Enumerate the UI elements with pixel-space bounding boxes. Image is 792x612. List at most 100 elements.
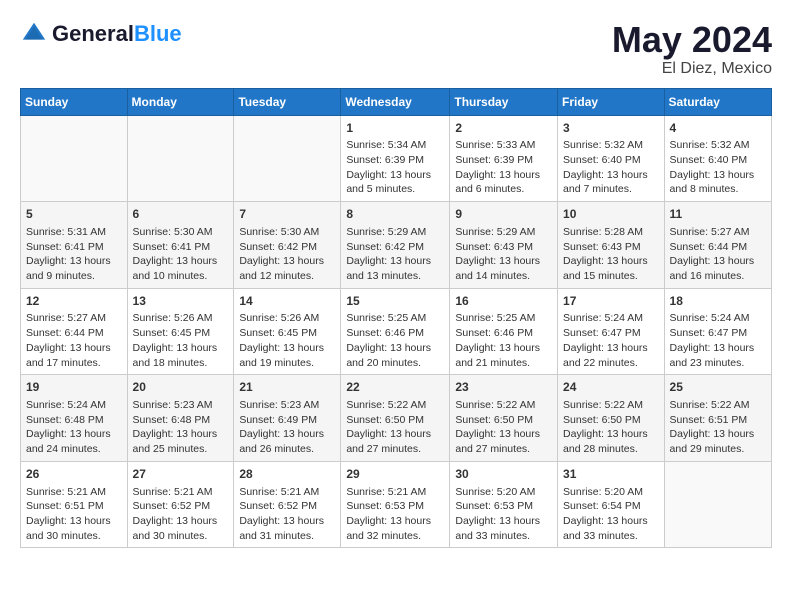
day-content-line: Sunset: 6:52 PM bbox=[133, 500, 211, 512]
day-content-line: and 23 minutes. bbox=[670, 357, 745, 369]
calendar-day-cell: 7Sunrise: 5:30 AMSunset: 6:42 PMDaylight… bbox=[234, 202, 341, 289]
day-content-line: Sunset: 6:53 PM bbox=[455, 500, 533, 512]
day-content-line: Daylight: 13 hours bbox=[670, 255, 755, 267]
calendar-day-cell: 12Sunrise: 5:27 AMSunset: 6:44 PMDayligh… bbox=[21, 288, 128, 375]
day-content-line: Sunrise: 5:32 AM bbox=[563, 139, 643, 151]
day-number: 17 bbox=[563, 293, 659, 310]
day-content-line: and 32 minutes. bbox=[346, 530, 421, 542]
day-number: 6 bbox=[133, 206, 229, 223]
day-number: 25 bbox=[670, 379, 766, 396]
day-content-line: Sunrise: 5:34 AM bbox=[346, 139, 426, 151]
day-content-line: Sunrise: 5:23 AM bbox=[133, 399, 213, 411]
logo-text: GeneralBlue bbox=[52, 22, 182, 46]
calendar-day-cell: 6Sunrise: 5:30 AMSunset: 6:41 PMDaylight… bbox=[127, 202, 234, 289]
day-content-line: Daylight: 13 hours bbox=[563, 169, 648, 181]
day-content-line: and 21 minutes. bbox=[455, 357, 530, 369]
day-content-line: Sunrise: 5:26 AM bbox=[239, 312, 319, 324]
day-content-line: Sunset: 6:46 PM bbox=[455, 327, 533, 339]
calendar-day-cell: 5Sunrise: 5:31 AMSunset: 6:41 PMDaylight… bbox=[21, 202, 128, 289]
day-number: 19 bbox=[26, 379, 122, 396]
day-content-line: Daylight: 13 hours bbox=[346, 255, 431, 267]
day-content-line: Sunset: 6:43 PM bbox=[455, 241, 533, 253]
calendar-week-row: 1Sunrise: 5:34 AMSunset: 6:39 PMDaylight… bbox=[21, 115, 772, 202]
day-content-line: and 22 minutes. bbox=[563, 357, 638, 369]
logo-icon bbox=[20, 20, 48, 48]
calendar-day-cell: 8Sunrise: 5:29 AMSunset: 6:42 PMDaylight… bbox=[341, 202, 450, 289]
day-content-line: Daylight: 13 hours bbox=[346, 342, 431, 354]
day-content-line: and 28 minutes. bbox=[563, 443, 638, 455]
page-header: GeneralBlue May 2024 El Diez, Mexico bbox=[20, 20, 772, 78]
day-content-line: Sunrise: 5:24 AM bbox=[26, 399, 106, 411]
day-content-line: Sunset: 6:50 PM bbox=[346, 414, 424, 426]
day-content-line: Sunset: 6:41 PM bbox=[133, 241, 211, 253]
day-content-line: Sunset: 6:46 PM bbox=[346, 327, 424, 339]
calendar-day-cell: 20Sunrise: 5:23 AMSunset: 6:48 PMDayligh… bbox=[127, 375, 234, 462]
day-content-line: Daylight: 13 hours bbox=[133, 342, 218, 354]
day-content-line: Sunrise: 5:32 AM bbox=[670, 139, 750, 151]
day-content-line: Sunrise: 5:29 AM bbox=[346, 226, 426, 238]
day-content-line: and 20 minutes. bbox=[346, 357, 421, 369]
day-of-week-header: Saturday bbox=[664, 88, 771, 115]
day-number: 3 bbox=[563, 120, 659, 137]
calendar-table: SundayMondayTuesdayWednesdayThursdayFrid… bbox=[20, 88, 772, 549]
day-content-line: Sunset: 6:53 PM bbox=[346, 500, 424, 512]
day-of-week-header: Monday bbox=[127, 88, 234, 115]
day-content-line: Daylight: 13 hours bbox=[239, 428, 324, 440]
day-content-line: Sunset: 6:43 PM bbox=[563, 241, 641, 253]
day-content-line: and 12 minutes. bbox=[239, 270, 314, 282]
day-content-line: Sunset: 6:45 PM bbox=[239, 327, 317, 339]
calendar-day-cell bbox=[664, 461, 771, 548]
day-content-line: Daylight: 13 hours bbox=[239, 255, 324, 267]
day-content-line: and 27 minutes. bbox=[346, 443, 421, 455]
day-content-line: Sunrise: 5:30 AM bbox=[239, 226, 319, 238]
days-of-week-row: SundayMondayTuesdayWednesdayThursdayFrid… bbox=[21, 88, 772, 115]
day-number: 27 bbox=[133, 466, 229, 483]
calendar-subtitle: El Diez, Mexico bbox=[612, 60, 772, 78]
day-content-line: Daylight: 13 hours bbox=[133, 428, 218, 440]
day-content-line: Sunset: 6:52 PM bbox=[239, 500, 317, 512]
day-content-line: Daylight: 13 hours bbox=[563, 515, 648, 527]
day-content-line: and 16 minutes. bbox=[670, 270, 745, 282]
day-of-week-header: Friday bbox=[558, 88, 665, 115]
calendar-day-cell: 3Sunrise: 5:32 AMSunset: 6:40 PMDaylight… bbox=[558, 115, 665, 202]
day-number: 12 bbox=[26, 293, 122, 310]
day-number: 5 bbox=[26, 206, 122, 223]
day-content-line: Sunset: 6:44 PM bbox=[670, 241, 748, 253]
day-content-line: Sunset: 6:42 PM bbox=[346, 241, 424, 253]
day-number: 28 bbox=[239, 466, 335, 483]
calendar-day-cell: 25Sunrise: 5:22 AMSunset: 6:51 PMDayligh… bbox=[664, 375, 771, 462]
calendar-day-cell: 22Sunrise: 5:22 AMSunset: 6:50 PMDayligh… bbox=[341, 375, 450, 462]
calendar-day-cell bbox=[234, 115, 341, 202]
day-of-week-header: Wednesday bbox=[341, 88, 450, 115]
day-content-line: Sunrise: 5:20 AM bbox=[563, 486, 643, 498]
day-number: 24 bbox=[563, 379, 659, 396]
day-of-week-header: Thursday bbox=[450, 88, 558, 115]
day-number: 9 bbox=[455, 206, 552, 223]
day-content-line: Daylight: 13 hours bbox=[563, 342, 648, 354]
calendar-day-cell: 28Sunrise: 5:21 AMSunset: 6:52 PMDayligh… bbox=[234, 461, 341, 548]
day-number: 7 bbox=[239, 206, 335, 223]
calendar-day-cell: 21Sunrise: 5:23 AMSunset: 6:49 PMDayligh… bbox=[234, 375, 341, 462]
day-content-line: Sunrise: 5:28 AM bbox=[563, 226, 643, 238]
day-number: 18 bbox=[670, 293, 766, 310]
day-content-line: Sunset: 6:51 PM bbox=[26, 500, 104, 512]
day-content-line: Daylight: 13 hours bbox=[563, 255, 648, 267]
day-content-line: Sunrise: 5:25 AM bbox=[346, 312, 426, 324]
day-content-line: Daylight: 13 hours bbox=[26, 255, 111, 267]
day-content-line: Sunset: 6:39 PM bbox=[455, 154, 533, 166]
logo: GeneralBlue bbox=[20, 20, 182, 48]
day-content-line: and 5 minutes. bbox=[346, 183, 415, 195]
day-number: 16 bbox=[455, 293, 552, 310]
calendar-week-row: 19Sunrise: 5:24 AMSunset: 6:48 PMDayligh… bbox=[21, 375, 772, 462]
day-content-line: Sunset: 6:47 PM bbox=[670, 327, 748, 339]
day-content-line: Daylight: 13 hours bbox=[26, 428, 111, 440]
day-content-line: and 19 minutes. bbox=[239, 357, 314, 369]
day-content-line: Sunrise: 5:23 AM bbox=[239, 399, 319, 411]
day-content-line: and 24 minutes. bbox=[26, 443, 101, 455]
day-content-line: and 6 minutes. bbox=[455, 183, 524, 195]
day-number: 20 bbox=[133, 379, 229, 396]
day-content-line: and 13 minutes. bbox=[346, 270, 421, 282]
day-content-line: and 25 minutes. bbox=[133, 443, 208, 455]
day-content-line: Daylight: 13 hours bbox=[346, 169, 431, 181]
day-content-line: Sunset: 6:49 PM bbox=[239, 414, 317, 426]
